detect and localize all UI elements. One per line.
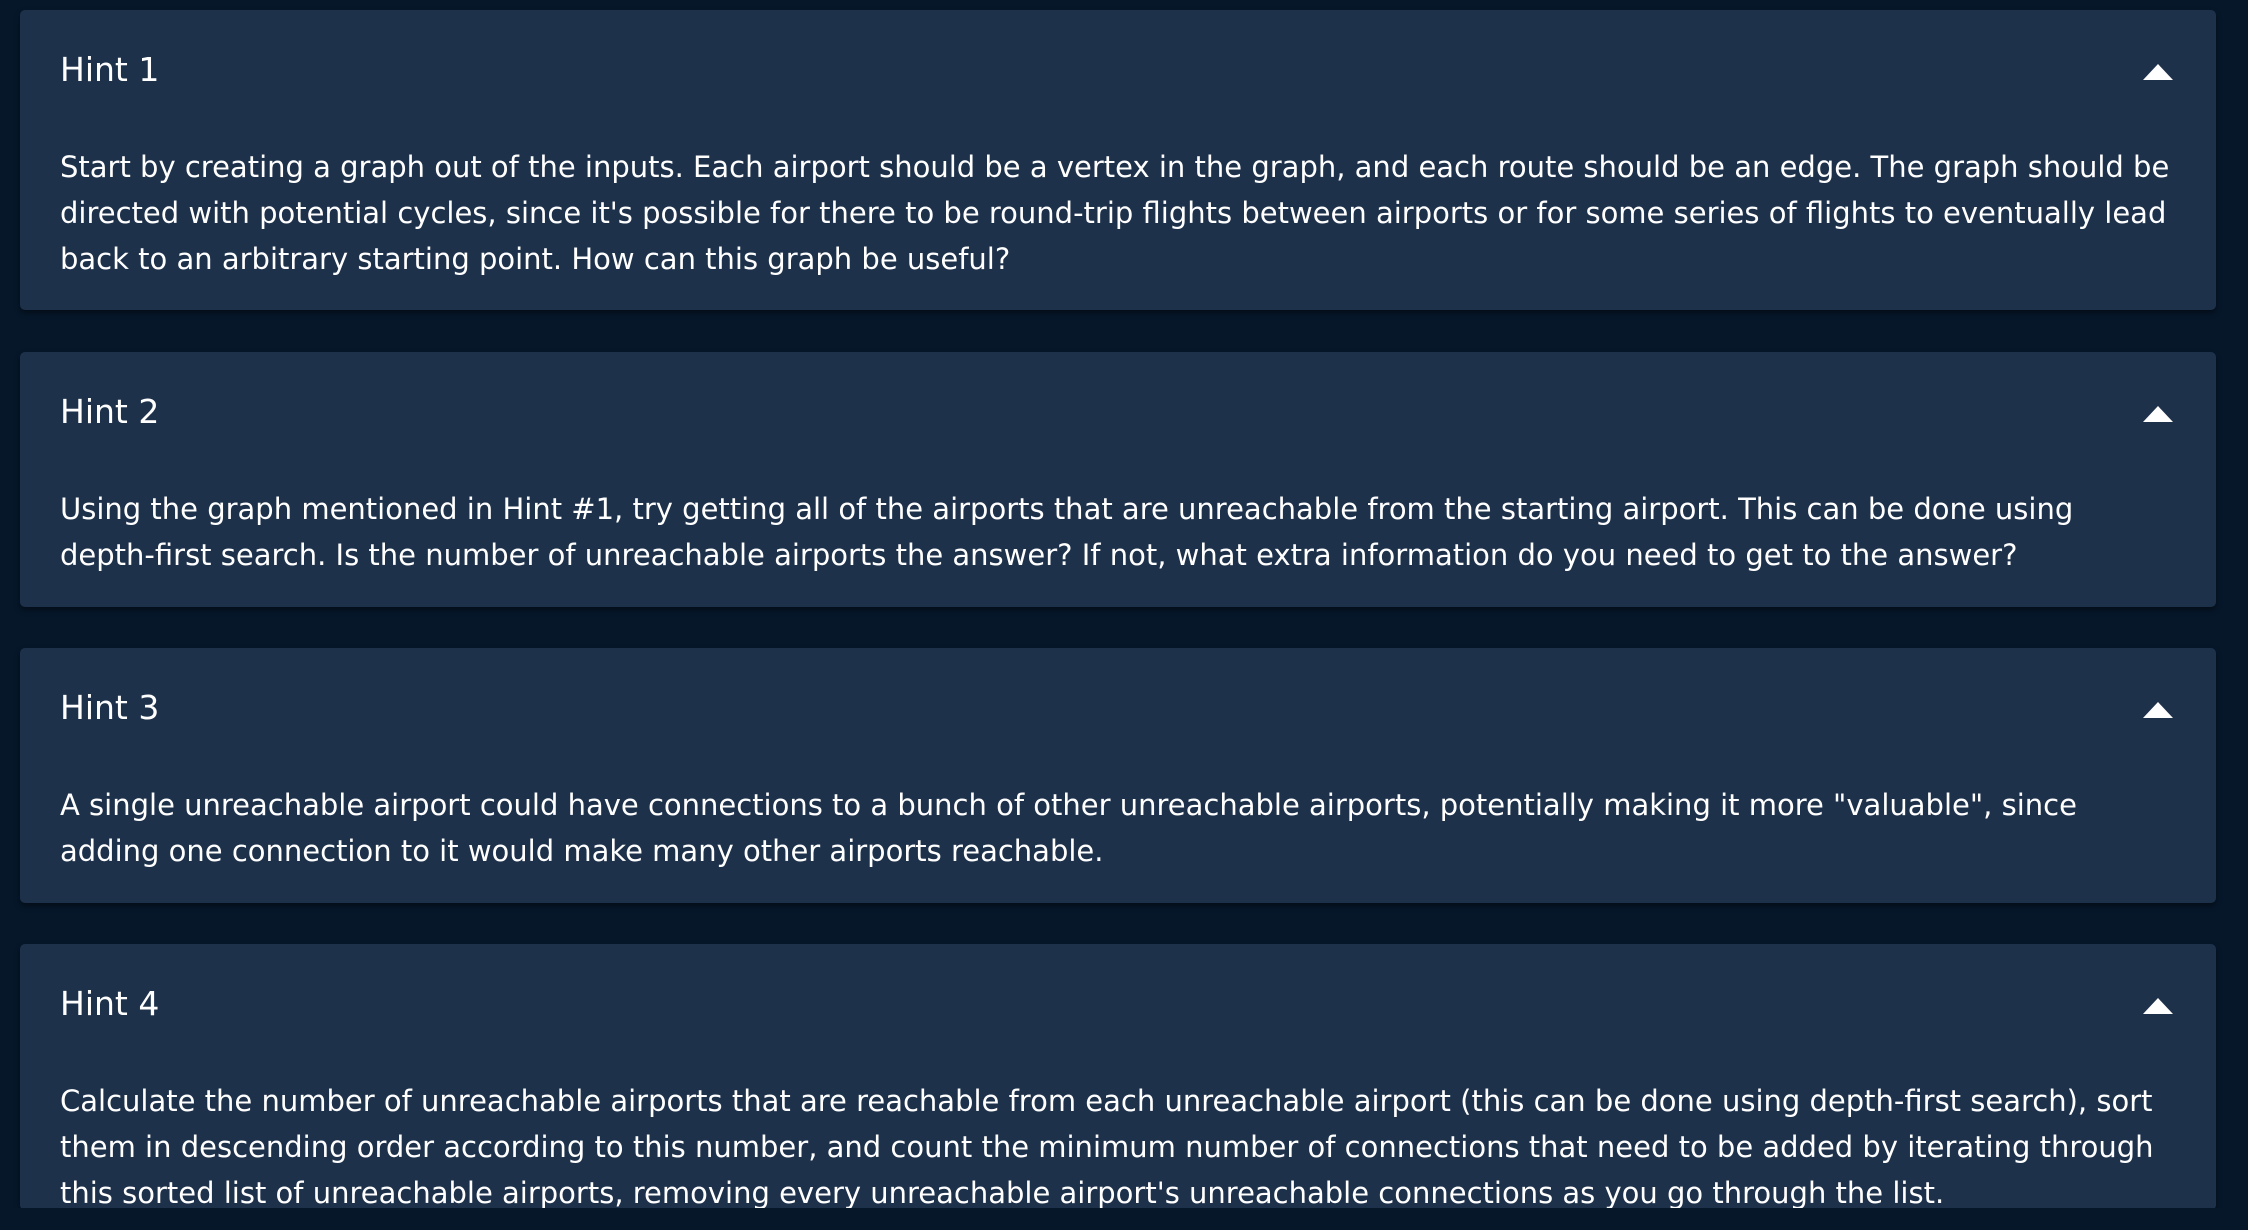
hint-header-4[interactable]: Hint 4 xyxy=(20,944,2216,1058)
hint-card-1: Hint 1 Start by creating a graph out of … xyxy=(20,10,2216,310)
hint-body: Start by creating a graph out of the inp… xyxy=(60,150,2170,276)
hint-body: A single unreachable airport could have … xyxy=(60,788,2077,868)
hint-title: Hint 3 xyxy=(60,688,160,727)
hint-title: Hint 4 xyxy=(60,984,160,1023)
hints-page: Hint 1 Start by creating a graph out of … xyxy=(0,0,2248,1230)
hint-header-3[interactable]: Hint 3 xyxy=(20,648,2216,762)
hint-card-2: Hint 2 Using the graph mentioned in Hint… xyxy=(20,352,2216,607)
caret-up-icon[interactable] xyxy=(2140,60,2176,84)
page-bottom-edge xyxy=(0,1208,2248,1230)
hint-card-3: Hint 3 A single unreachable airport coul… xyxy=(20,648,2216,903)
caret-up-icon[interactable] xyxy=(2140,994,2176,1018)
hint-title: Hint 1 xyxy=(60,50,160,89)
hint-body: Calculate the number of unreachable airp… xyxy=(60,1084,2154,1210)
caret-up-icon[interactable] xyxy=(2140,402,2176,426)
hint-card-4: Hint 4 Calculate the number of unreachab… xyxy=(20,944,2216,1210)
hint-header-1[interactable]: Hint 1 xyxy=(20,10,2216,124)
caret-up-icon[interactable] xyxy=(2140,698,2176,722)
hint-header-2[interactable]: Hint 2 xyxy=(20,352,2216,466)
hint-body: Using the graph mentioned in Hint #1, tr… xyxy=(60,492,2074,572)
hint-title: Hint 2 xyxy=(60,392,160,431)
